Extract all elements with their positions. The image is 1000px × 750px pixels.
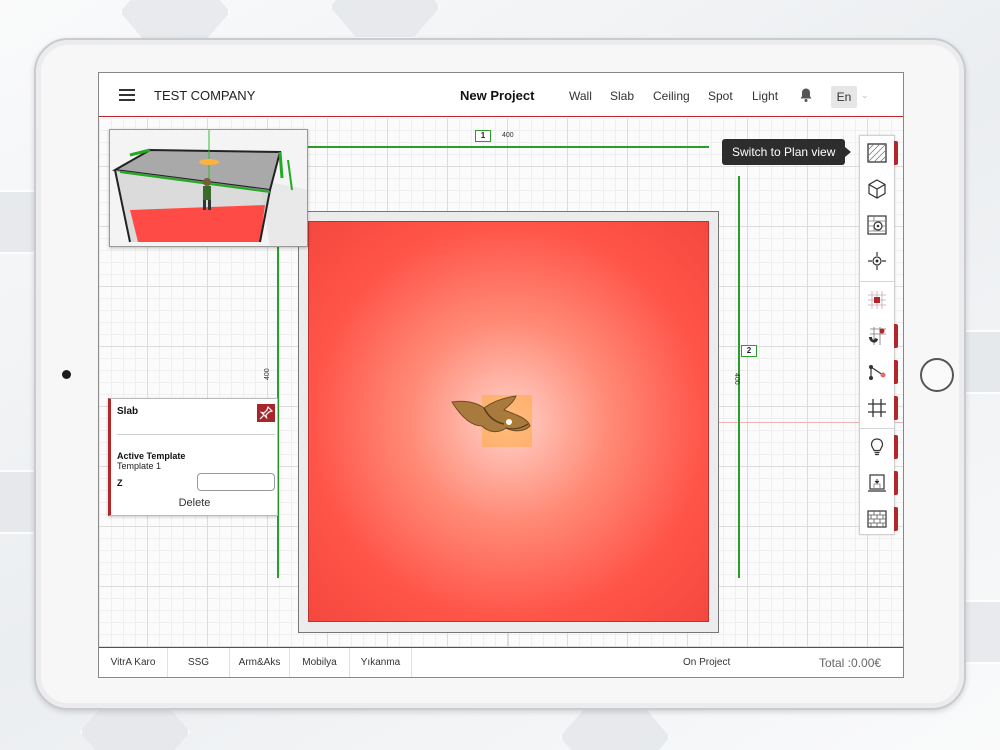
app-screen: TEST COMPANY New Project Wall Slab Ceili…	[98, 72, 904, 678]
3d-view-button[interactable]	[860, 172, 894, 206]
tablet-camera	[62, 370, 71, 379]
light-button[interactable]	[860, 430, 898, 464]
active-template-value[interactable]: Template 1	[117, 461, 161, 471]
bulb-icon	[870, 438, 884, 456]
nav-slab[interactable]: Slab	[610, 89, 634, 103]
slab-properties-panel: Slab Active Template Template 1 Z Delete	[108, 398, 278, 516]
dimension-value-right: 400	[733, 373, 740, 385]
nav-spot[interactable]: Spot	[708, 89, 733, 103]
toolbar-divider	[860, 428, 894, 429]
total-price: Total :0.00€	[819, 656, 882, 670]
dimension-tag-2[interactable]: 2	[741, 345, 757, 357]
magnet-icon	[869, 327, 886, 345]
home-button[interactable]	[920, 358, 954, 392]
footer-tab-vitra-karo[interactable]: VitrA Karo	[99, 648, 168, 677]
furniture-object[interactable]	[444, 392, 534, 452]
elevation-icon	[868, 474, 886, 492]
wall-target-icon	[867, 215, 887, 235]
footer-tab-ssg[interactable]: SSG	[168, 648, 230, 677]
object-handle[interactable]	[504, 417, 514, 427]
3d-room-preview	[110, 130, 307, 246]
animal-figure-icon	[451, 395, 531, 433]
plan-canvas[interactable]: 1 400 2 400 3 400 400	[99, 118, 903, 647]
node-path-button[interactable]	[860, 355, 898, 389]
grid-center-button[interactable]	[860, 283, 894, 317]
dimension-line-top	[308, 146, 709, 148]
hex-tile	[560, 705, 670, 750]
active-template-label: Active Template	[117, 451, 186, 461]
grid-center-icon	[868, 291, 886, 309]
delete-button[interactable]: Delete	[111, 497, 278, 509]
language-select[interactable]: En	[831, 86, 857, 108]
z-input[interactable]	[197, 473, 275, 491]
3d-cube-icon	[868, 179, 886, 199]
center-button[interactable]	[860, 244, 894, 278]
wall-view-button[interactable]	[860, 208, 894, 242]
footer-tab-yikanma[interactable]: Yıkanma	[350, 648, 412, 677]
panel-title: Slab	[117, 406, 139, 417]
nav-light[interactable]: Light	[752, 89, 778, 103]
brick-wall-button[interactable]	[860, 502, 898, 536]
footer-tab-mobilya[interactable]: Mobilya	[290, 648, 350, 677]
company-name: TEST COMPANY	[154, 88, 256, 103]
elevation-button[interactable]	[860, 466, 898, 500]
3d-preview[interactable]	[109, 129, 308, 247]
hex-tile	[330, 0, 440, 39]
snap-magnet-button[interactable]	[860, 319, 898, 353]
toolbar-divider	[860, 281, 894, 282]
grid-hash-icon	[868, 399, 886, 417]
app-header: TEST COMPANY New Project Wall Slab Ceili…	[99, 73, 903, 117]
footer-tab-arm-aks[interactable]: Arm&Aks	[230, 648, 290, 677]
plan-view-icon	[867, 143, 887, 163]
tooltip: Switch to Plan view	[722, 139, 852, 165]
divider	[117, 434, 275, 435]
node-path-icon	[869, 365, 886, 380]
dimension-value-left: 400	[264, 368, 271, 380]
app-footer: VitrA Karo SSG Arm&Aks Mobilya Yıkanma O…	[99, 647, 903, 677]
pin-button[interactable]	[257, 404, 275, 422]
brick-wall-icon	[867, 510, 887, 528]
chevron-down-icon: ⌄	[861, 90, 869, 100]
z-label: Z	[117, 478, 123, 488]
menu-icon[interactable]	[119, 89, 135, 101]
right-toolbar	[859, 135, 898, 536]
nav-wall[interactable]: Wall	[569, 89, 592, 103]
dimension-value-top: 400	[502, 132, 514, 139]
bell-icon[interactable]	[798, 87, 814, 103]
crosshair-icon	[868, 252, 886, 270]
project-title: New Project	[460, 88, 535, 103]
pin-icon	[259, 405, 274, 420]
nav-ceiling[interactable]: Ceiling	[653, 89, 690, 103]
dimension-tag-1[interactable]: 1	[475, 130, 491, 142]
on-project-link[interactable]: On Project	[683, 657, 730, 668]
plan-view-button[interactable]	[860, 136, 898, 170]
grid-toggle-button[interactable]	[860, 391, 898, 425]
